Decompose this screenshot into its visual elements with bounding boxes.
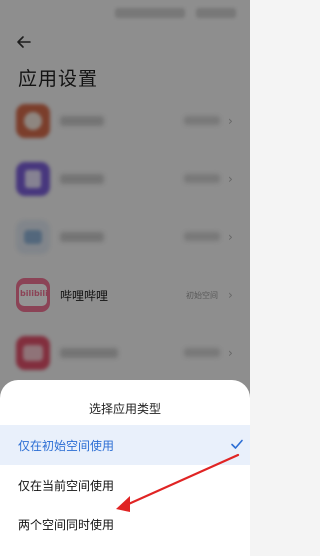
option-label: 仅在初始空间使用 (18, 439, 115, 453)
app-settings-page: 应用设置 › › › bilibili 哔哩哔哩 初始空间 › › 选择应用类型… (0, 0, 250, 556)
option-label: 仅在当前空间使用 (18, 479, 115, 493)
app-type-bottom-sheet: 选择应用类型 仅在初始空间使用 仅在当前空间使用 两个空间同时使用 (0, 380, 250, 556)
option-initial-space-only[interactable]: 仅在初始空间使用 (0, 425, 250, 465)
option-both-spaces[interactable]: 两个空间同时使用 (0, 504, 250, 544)
sheet-title: 选择应用类型 (88, 402, 161, 416)
option-current-space-only[interactable]: 仅在当前空间使用 (0, 465, 250, 505)
option-label: 两个空间同时使用 (18, 518, 115, 532)
check-icon (231, 439, 243, 449)
